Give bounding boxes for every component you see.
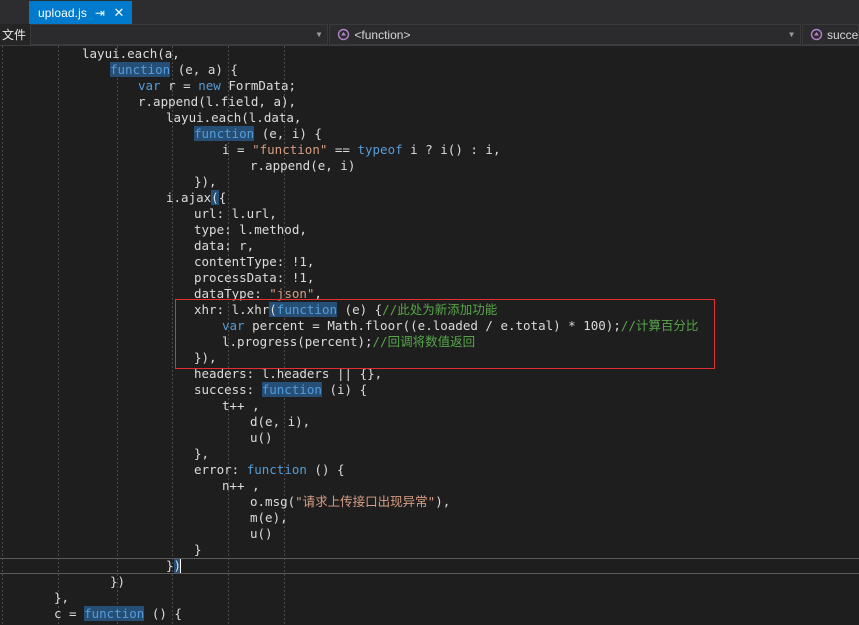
tab-label: upload.js [38,5,87,20]
member-scope-dropdown[interactable]: <function> ▼ [329,24,801,45]
project-scope-dropdown[interactable]: ▼ [30,24,329,45]
member-scope-value: <function> [354,27,411,42]
method-icon [808,28,824,42]
code-editor[interactable]: layui.each(a, function (e, a) {var r = ne… [0,46,859,625]
chevron-down-icon: ▼ [789,30,794,39]
current-line-highlight [0,558,859,574]
editor-tab-upload-js[interactable]: upload.js ⇥ ✕ [29,1,132,24]
close-icon[interactable]: ✕ [113,6,125,19]
third-scope-value: succe [827,27,858,42]
method-icon [335,28,351,42]
text-caret [180,559,181,573]
annotation-rectangle [175,299,715,369]
navigation-bar: 文件 ▼ <function> ▼ succe [0,24,859,46]
third-scope-dropdown[interactable]: succe [802,24,859,45]
pin-icon[interactable]: ⇥ [94,7,106,19]
chevron-down-icon: ▼ [316,30,322,39]
tab-strip: upload.js ⇥ ✕ [0,0,859,24]
tab-strip-lead-spacer [0,0,29,24]
navbar-file-label: 文件 [2,28,27,42]
editor-overlays [0,46,859,625]
